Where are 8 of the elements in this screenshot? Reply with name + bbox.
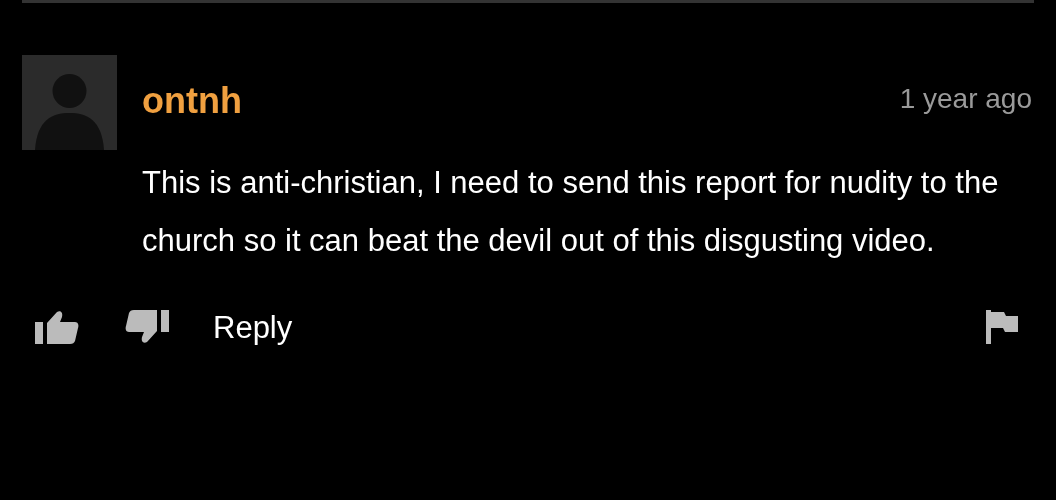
comment-time: 1 year ago	[899, 85, 1032, 113]
thumbs-up-icon[interactable]	[35, 310, 79, 344]
comment-text: This is anti-christian, I need to send this report for nudity to the church so it can beat the devil out of this disgusting video.	[142, 164, 1000, 260]
avatar-icon	[22, 55, 117, 150]
reply-button[interactable]: Reply	[213, 311, 293, 343]
flag-icon[interactable]	[986, 310, 1018, 344]
thumbs-down-icon[interactable]	[125, 310, 169, 344]
username[interactable]: ontnh	[142, 83, 242, 119]
